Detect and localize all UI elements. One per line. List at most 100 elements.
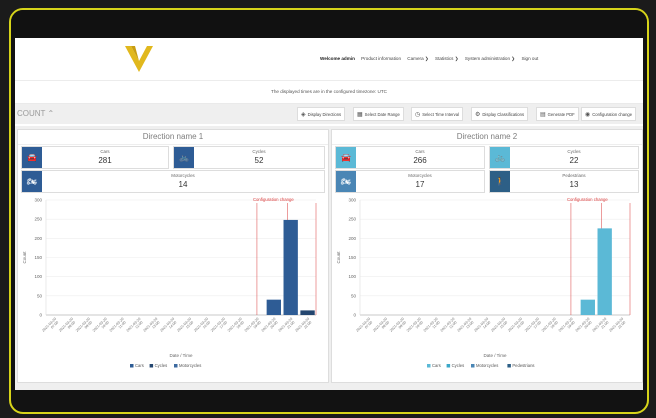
- y-axis-label: Count: [22, 251, 27, 264]
- x-tick-label: 2021-03-2020:00: [261, 317, 279, 333]
- count-toggle[interactable]: COUNT ⌃: [17, 109, 54, 118]
- motorcycle-icon: 🏍: [22, 171, 42, 192]
- direction-panel-2: Direction name 2 🚘 Cars 266 🚲 Cycles 22 …: [331, 129, 643, 383]
- bicycle-icon: 🚲: [174, 147, 194, 168]
- y-tick-label: 200: [348, 236, 356, 241]
- bar[interactable]: [580, 299, 595, 315]
- legend-swatch: [446, 364, 451, 368]
- logo-icon[interactable]: [123, 44, 155, 74]
- x-tick-label: 2021-03-2022:00: [608, 317, 626, 333]
- y-tick-label: 200: [34, 236, 42, 241]
- x-tick-label: 2021-03-2021:00: [278, 317, 296, 333]
- x-tick-label: 2021-03-2010:00: [92, 317, 110, 333]
- toolbar: COUNT ⌃ ◈ Display Directions ▦ Select Date…: [15, 104, 643, 124]
- x-tick-label: 2021-03-2009:00: [389, 317, 407, 333]
- eye-icon: ◉: [585, 112, 591, 118]
- legend-label[interactable]: Cycles: [155, 363, 168, 368]
- display-directions-label: Display Directions: [307, 112, 342, 117]
- bar[interactable]: [597, 228, 612, 315]
- top-navigation: Welcome admin Product information Camera…: [15, 38, 643, 81]
- black-top-bar: [11, 10, 647, 38]
- bar[interactable]: [300, 310, 315, 315]
- card-label: Cycles: [567, 149, 581, 154]
- card-value: 281: [98, 156, 112, 165]
- document-icon: ▤: [540, 112, 546, 118]
- nav-sign-out[interactable]: Sign out: [521, 56, 538, 61]
- legend-label[interactable]: Cars: [432, 363, 441, 368]
- x-axis-label: Date / Time: [169, 353, 193, 358]
- nav-camera[interactable]: Camera ❯: [407, 56, 428, 61]
- x-tick-label: 2021-03-2015:00: [490, 317, 508, 333]
- card-value: 52: [254, 156, 264, 165]
- y-tick-label: 150: [34, 255, 42, 260]
- traffic-chart-1: 0 50 100 150 200 250 300 Count Configuration cha…: [22, 197, 317, 368]
- x-tick-label: 2021-03-2011:00: [423, 317, 441, 333]
- nav-welcome: Welcome admin: [320, 56, 355, 61]
- legend-label[interactable]: Cars: [135, 363, 144, 368]
- y-tick-label: 150: [348, 255, 356, 260]
- y-tick-label: 50: [37, 293, 43, 298]
- card-label: Cars: [415, 149, 425, 154]
- direction-panel-1: Direction name 1 🚘 Cars 281 🚲 Cycles 52 …: [17, 129, 329, 383]
- panels-area: Direction name 1 🚘 Cars 281 🚲 Cycles 52 …: [15, 126, 643, 390]
- cycles-card: 🚲 Cycles 22: [489, 146, 639, 169]
- card-label: Motorcycles: [171, 173, 195, 178]
- legend-swatch: [130, 364, 134, 368]
- x-tick-label: 2021-03-2008:00: [58, 317, 76, 333]
- card-label: Motorcycles: [408, 173, 432, 178]
- select-time-interval-label: Select Time Interval: [422, 112, 460, 117]
- motorcycle-icon: 🏍: [336, 171, 356, 192]
- card-label: Cars: [100, 149, 110, 154]
- x-tick-label: 2021-03-2009:00: [75, 317, 93, 333]
- x-tick-label: 2021-03-2011:00: [109, 317, 127, 333]
- calendar-icon: ▦: [357, 112, 363, 118]
- screen-frame: Welcome admin Product information Camera…: [9, 8, 649, 414]
- configuration-change-button[interactable]: ◉ Configuration change: [581, 107, 637, 121]
- bar[interactable]: [266, 299, 281, 315]
- generate-pdf-button[interactable]: ▤ Generate PDF: [536, 107, 579, 121]
- x-tick-label: 2021-03-2019:00: [244, 317, 262, 333]
- generate-pdf-label: Generate PDF: [547, 112, 575, 117]
- legend-swatch: [427, 364, 431, 368]
- traffic-chart-2: 0 50 100 150 200 250 300 Count Configuration cha…: [336, 197, 631, 368]
- y-tick-label: 300: [34, 198, 42, 203]
- x-tick-label: 2021-03-2016:00: [507, 317, 525, 333]
- x-tick-label: 2021-03-2019:00: [558, 317, 576, 333]
- compass-icon: ◈: [301, 112, 306, 118]
- y-tick-label: 300: [348, 198, 356, 203]
- legend-label[interactable]: Motorcycles: [179, 363, 201, 368]
- classification-icon: ⚙: [475, 112, 481, 118]
- pedestrian-icon: 🚶: [490, 171, 510, 192]
- x-tick-label: 2021-03-2018:00: [227, 317, 245, 333]
- x-tick-label: 2021-03-2013:00: [143, 317, 161, 333]
- legend-swatch: [174, 364, 178, 368]
- card-value: 266: [413, 156, 427, 165]
- y-tick-label: 0: [353, 313, 356, 318]
- car-icon: 🚘: [22, 147, 42, 168]
- legend-swatch: [507, 364, 511, 368]
- y-tick-label: 0: [39, 313, 42, 318]
- nav-statistics[interactable]: Statistics ❯: [435, 56, 459, 61]
- annotation-label: Configuration change: [253, 197, 294, 202]
- x-tick-label: 2021-03-2017:00: [524, 317, 542, 333]
- x-tick-label: 2021-03-2020:00: [575, 317, 593, 333]
- nav-system-administration[interactable]: System administration ❯: [465, 56, 515, 61]
- legend-label[interactable]: Cycles: [452, 363, 465, 368]
- display-directions-button[interactable]: ◈ Display Directions: [297, 107, 346, 121]
- display-classifications-label: Display Classifications: [482, 112, 525, 117]
- x-tick-label: 2021-03-2008:00: [372, 317, 390, 333]
- legend-label[interactable]: Motorcycles: [476, 363, 498, 368]
- x-tick-label: 2021-03-2021:00: [592, 317, 610, 333]
- timezone-notice: The displayed times are in the configure…: [15, 81, 643, 104]
- display-classifications-button[interactable]: ⚙ Display Classifications: [471, 107, 529, 121]
- select-time-interval-button[interactable]: ◷ Select Time Interval: [411, 107, 464, 121]
- select-date-range-button[interactable]: ▦ Select Date Range: [353, 107, 404, 121]
- bar[interactable]: [283, 219, 298, 315]
- x-tick-label: 2021-03-2007:00: [41, 317, 59, 333]
- nav-product-information[interactable]: Product information: [361, 56, 401, 61]
- x-tick-label: 2021-03-2014:00: [473, 317, 491, 333]
- x-axis-label: Date / Time: [483, 353, 507, 358]
- legend-label[interactable]: Pedestrians: [512, 363, 534, 368]
- x-tick-label: 2021-03-2018:00: [541, 317, 559, 333]
- app-window: Welcome admin Product information Camera…: [15, 38, 643, 390]
